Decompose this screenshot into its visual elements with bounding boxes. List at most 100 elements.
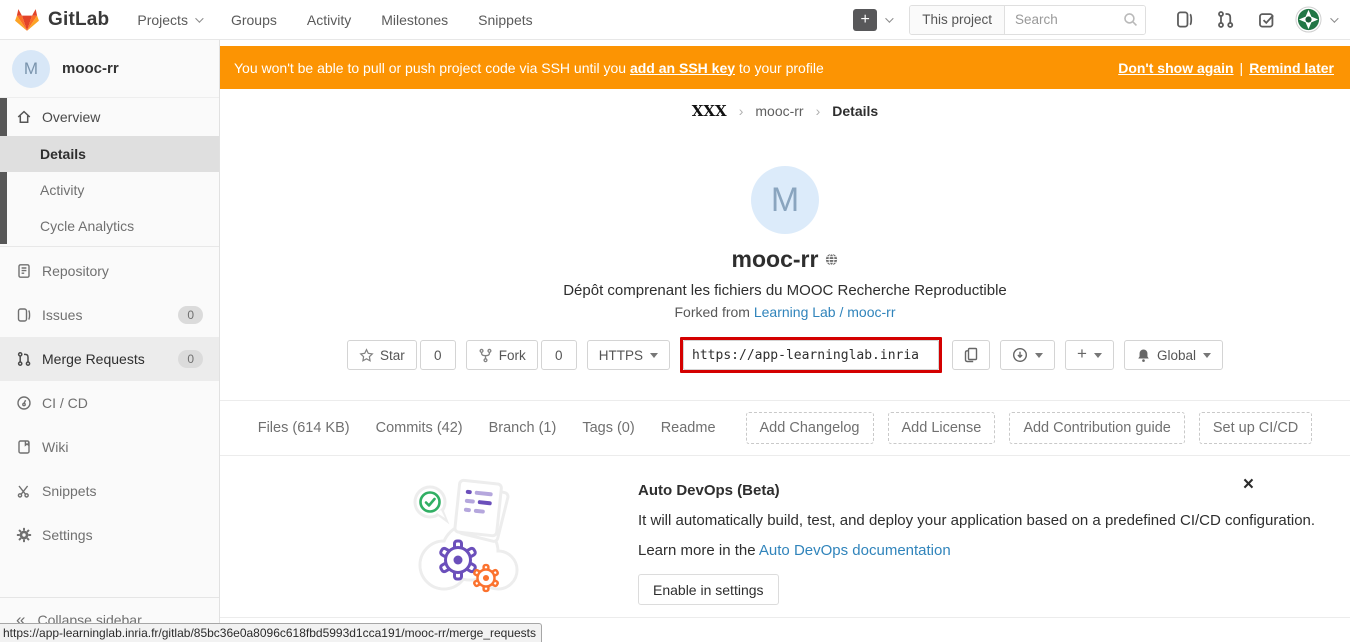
ci-cd-icon [16,395,32,411]
project-description: Dépôt comprenant les fichiers du MOOC Re… [220,282,1350,299]
readme-link[interactable]: Readme [661,420,716,436]
project-actions-row: Star 0 Fork 0 HTTPS [220,337,1350,373]
notification-dropdown[interactable]: Global [1124,340,1223,370]
setup-cicd-button[interactable]: Set up CI/CD [1199,412,1312,444]
project-avatar: M [12,50,50,88]
new-menu-button[interactable]: + [853,9,877,31]
sidebar-item-repository[interactable]: Repository [0,249,219,293]
issues-icon[interactable] [1175,10,1194,29]
breadcrumb-group[interactable]: XXX [692,102,727,120]
nav-groups[interactable]: Groups [231,12,277,28]
tanuki-icon [14,7,40,33]
todos-icon[interactable] [1257,10,1276,29]
repository-icon [16,263,32,279]
project-title: mooc-rr [732,246,819,273]
auto-devops-learn-more: Learn more in the Auto DevOps documentat… [638,542,1315,559]
sidebar-item-cycle-analytics[interactable]: Cycle Analytics [0,208,219,244]
commits-link[interactable]: Commits (42) [376,420,463,436]
auto-devops-illustration [410,470,525,600]
add-license-button[interactable]: Add License [888,412,996,444]
caret-down-icon [1094,353,1102,358]
nav-milestones[interactable]: Milestones [381,12,448,28]
ssh-banner-message: You won't be able to pull or push projec… [234,60,824,76]
sidebar-item-issues[interactable]: Issues 0 [0,293,219,337]
user-menu[interactable] [1295,6,1336,33]
issues-count-badge: 0 [178,306,203,324]
clone-url-highlight [680,337,942,373]
plus-icon: + [1077,344,1087,364]
gear-icon [16,527,32,543]
files-link[interactable]: Files (614 KB) [258,420,350,436]
auto-devops-banner: Auto DevOps (Beta) It will automatically… [220,456,1350,617]
add-changelog-button[interactable]: Add Changelog [746,412,874,444]
chevron-down-icon[interactable] [885,14,893,22]
merge-requests-icon [16,351,32,367]
fork-count[interactable]: 0 [541,340,577,370]
remind-later-link[interactable]: Remind later [1249,60,1334,76]
forked-from-link[interactable]: Learning Lab / mooc-rr [754,304,896,320]
breadcrumb: XXX › mooc-rr › Details [220,89,1350,130]
search-icon [1122,11,1139,28]
download-icon [1012,347,1028,363]
sidebar-item-details[interactable]: Details [0,136,219,172]
tags-link[interactable]: Tags (0) [582,420,634,436]
download-dropdown[interactable] [1000,340,1055,370]
issues-icon [16,307,32,323]
enable-in-settings-button[interactable]: Enable in settings [638,574,779,605]
close-icon[interactable]: × [1243,478,1254,492]
sidebar-item-ci-cd[interactable]: CI / CD [0,381,219,425]
sidebar-item-wiki[interactable]: Wiki [0,425,219,469]
main-content: You won't be able to pull or push projec… [220,40,1350,642]
dont-show-again-link[interactable]: Don't show again [1118,60,1233,76]
sidebar-item-merge-requests[interactable]: Merge Requests 0 [0,337,219,381]
primary-nav: Projects Groups Activity Milestones Snip… [137,12,562,28]
avatar [1295,6,1322,33]
sidebar-item-activity[interactable]: Activity [0,172,219,208]
gitlab-logo[interactable]: GitLab [14,7,109,33]
auto-devops-doc-link[interactable]: Auto DevOps documentation [759,542,951,559]
project-avatar-large: M [751,166,819,234]
star-count[interactable]: 0 [420,340,456,370]
auto-devops-title: Auto DevOps (Beta) [638,482,1315,499]
fork-icon [478,348,493,363]
fork-button[interactable]: Fork [466,340,538,370]
caret-down-icon [650,353,658,358]
sidebar-project-header[interactable]: M mooc-rr [0,40,219,98]
merge-requests-icon[interactable] [1216,10,1235,29]
sidebar-item-snippets[interactable]: Snippets [0,469,219,513]
protocol-dropdown[interactable]: HTTPS [587,340,670,370]
star-button[interactable]: Star [347,340,417,370]
home-icon [16,109,32,125]
chevron-down-icon [195,14,203,22]
sidebar-item-overview[interactable]: Overview [0,98,219,136]
public-visibility-icon [825,253,838,266]
auto-devops-body: It will automatically build, test, and d… [638,512,1315,529]
ssh-key-banner: You won't be able to pull or push projec… [220,46,1350,89]
status-bar-link-preview: https://app-learninglab.inria.fr/gitlab/… [0,623,542,642]
copy-url-button[interactable] [952,340,990,370]
nav-activity[interactable]: Activity [307,12,351,28]
nav-snippets[interactable]: Snippets [478,12,532,28]
wiki-icon [16,439,32,455]
branch-link[interactable]: Branch (1) [489,420,557,436]
star-icon [359,348,374,363]
add-dropdown[interactable]: + [1065,340,1114,370]
chevron-down-icon [1330,14,1338,22]
clone-url-input[interactable] [683,340,939,370]
brand-text: GitLab [48,9,109,31]
project-stats-row: Files (614 KB) Commits (42) Branch (1) T… [220,401,1350,455]
merge-requests-count-badge: 0 [178,350,203,368]
search-scope-label[interactable]: This project [910,6,1005,34]
clipboard-icon [963,347,979,363]
breadcrumb-project[interactable]: mooc-rr [755,103,803,119]
bell-icon [1136,348,1151,363]
add-ssh-key-link[interactable]: add an SSH key [630,60,735,76]
sidebar-separator [0,246,219,247]
add-contribution-guide-button[interactable]: Add Contribution guide [1009,412,1185,444]
sidebar-item-settings[interactable]: Settings [0,513,219,557]
nav-projects[interactable]: Projects [137,12,201,28]
forked-from: Forked from Learning Lab / mooc-rr [220,304,1350,320]
top-navbar: GitLab Projects Groups Activity Mileston… [0,0,1350,40]
project-header: M mooc-rr Dépôt comprenant les fichiers … [220,130,1350,320]
search-box: This project [909,5,1146,35]
